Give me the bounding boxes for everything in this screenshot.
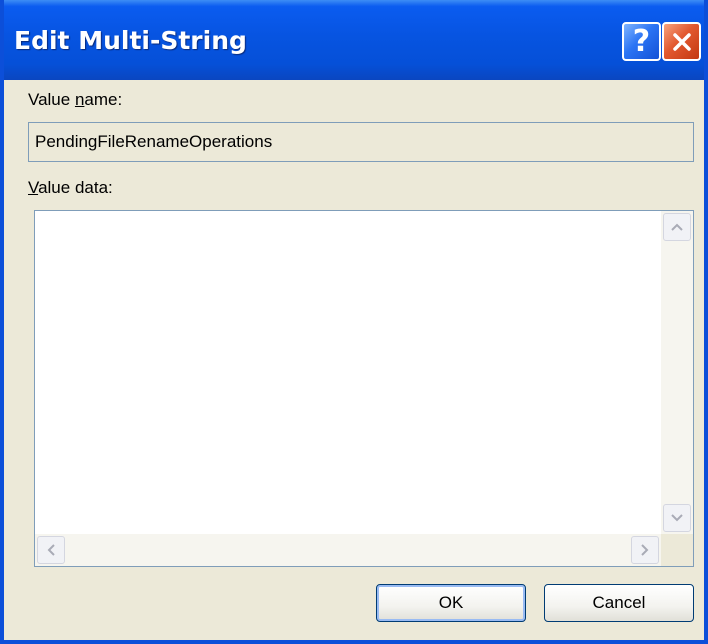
dialog-title: Edit Multi-String [14, 26, 247, 55]
vertical-scrollbar[interactable] [661, 211, 693, 534]
help-button[interactable]: ? [622, 22, 661, 61]
scroll-down-button[interactable] [663, 504, 691, 532]
scroll-up-button[interactable] [663, 213, 691, 241]
value-name-field[interactable]: PendingFileRenameOperations [28, 122, 694, 162]
arrow-up-icon [671, 223, 683, 231]
close-button[interactable] [662, 22, 701, 61]
edit-multi-string-dialog: Edit Multi-String ? Value name: PendingF… [0, 0, 708, 644]
scroll-right-button[interactable] [631, 536, 659, 564]
value-name-label: Value name: [28, 90, 123, 109]
value-data-label: Value data: [28, 178, 113, 197]
arrow-right-icon [641, 544, 649, 556]
close-icon [672, 32, 691, 51]
help-icon: ? [632, 23, 651, 59]
arrow-left-icon [47, 544, 55, 556]
horizontal-scrollbar[interactable] [35, 534, 661, 566]
cancel-button[interactable]: Cancel [544, 584, 694, 622]
value-data-text[interactable] [35, 211, 661, 534]
scroll-left-button[interactable] [37, 536, 65, 564]
scrollbar-corner [661, 534, 693, 566]
ok-button[interactable]: OK [376, 584, 526, 622]
value-data-textarea[interactable] [34, 210, 694, 567]
title-bar[interactable]: Edit Multi-String ? [4, 0, 704, 80]
arrow-down-icon [671, 514, 683, 522]
